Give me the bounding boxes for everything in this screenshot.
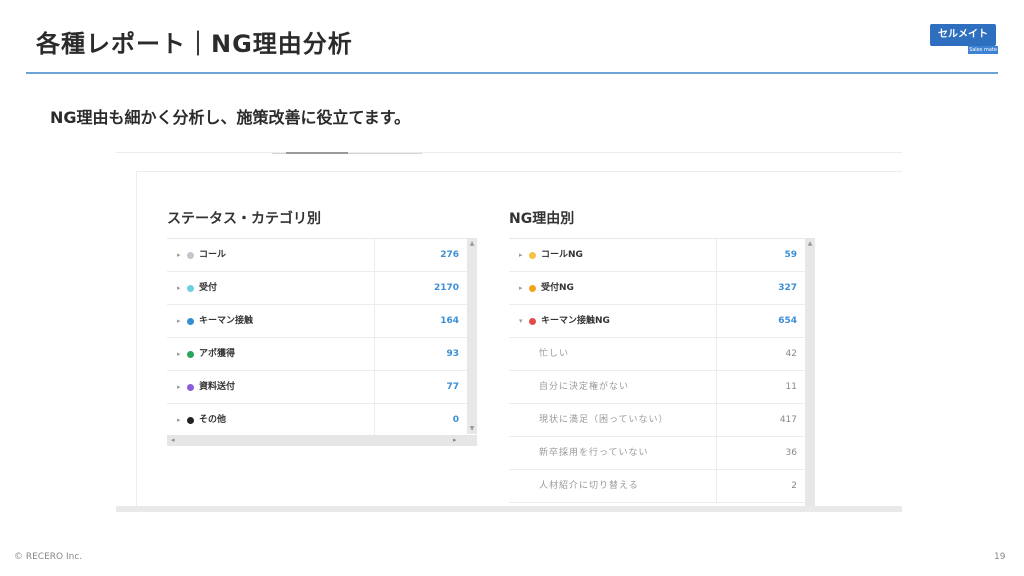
status-label: アポ獲得 (199, 349, 236, 359)
status-grid: ▸ コール 276 ▸ 受付 2170 ▸ キーマン接触 164 ▸ アポ獲得 … (167, 238, 467, 437)
ng-sub-value: 417 (779, 415, 797, 425)
ng-name-cell: ▸ 受付NG (509, 272, 717, 305)
ng-row-reception-ng[interactable]: ▸ 受付NG 327 (509, 272, 805, 305)
status-dot-icon (187, 318, 194, 325)
ng-label: キーマン接触NG (541, 316, 610, 326)
ng-name-cell: ▸ コールNG (509, 239, 717, 272)
status-dot-icon (187, 384, 194, 391)
collapse-arrow-icon[interactable]: ▾ (519, 305, 523, 338)
status-name-cell: ▸ キーマン接触 (167, 305, 375, 338)
ng-grid: ▸ コールNG 59 ▸ 受付NG 327 ▾ キーマン接触NG 654 忙しい… (509, 238, 805, 503)
scroll-right-icon[interactable]: ▸ (453, 435, 457, 446)
status-value: 0 (452, 415, 459, 425)
ng-label: 受付NG (541, 283, 574, 293)
status-value: 2170 (433, 283, 459, 293)
expand-arrow-icon[interactable]: ▸ (177, 239, 181, 272)
ng-sub-label: 新卒採用を行っていない (539, 448, 649, 458)
ng-sub-value: 11 (785, 382, 797, 392)
title-divider (26, 72, 998, 74)
status-row-call[interactable]: ▸ コール 276 (167, 239, 467, 272)
ng-subrow[interactable]: 現状に満足（困っていない） 417 (509, 404, 805, 437)
ng-sub-value: 36 (785, 448, 797, 458)
ng-sub-value: 2 (791, 481, 797, 491)
ng-subrow[interactable]: 人材紹介に切り替える 2 (509, 470, 805, 503)
ng-subrow[interactable]: 忙しい 42 (509, 338, 805, 371)
status-vertical-scrollbar[interactable]: ▲ ▼ (467, 238, 477, 434)
expand-arrow-icon[interactable]: ▸ (177, 338, 181, 371)
brand-logo: セルメイト Sales mate (930, 24, 998, 58)
status-name-cell: ▸ コール (167, 239, 375, 272)
status-name-cell: ▸ 資料送付 (167, 371, 375, 404)
ng-row-keyman-contact-ng[interactable]: ▾ キーマン接触NG 654 (509, 305, 805, 338)
ng-value: 59 (784, 250, 797, 260)
status-row-appointment[interactable]: ▸ アポ獲得 93 (167, 338, 467, 371)
ng-dot-icon (529, 285, 536, 292)
ng-dot-icon (529, 252, 536, 259)
ng-subrow[interactable]: 新卒採用を行っていない 36 (509, 437, 805, 470)
status-panel-title: ステータス・カテゴリ別 (167, 211, 321, 227)
report-content: ステータス・カテゴリ別 ▸ コール 276 ▸ 受付 2170 ▸ キーマン接触… (136, 171, 902, 508)
ng-subname-cell: 忙しい (509, 338, 717, 371)
page-number: 19 (994, 552, 1006, 562)
status-label: 資料送付 (199, 382, 236, 392)
copyright: © RECERO Inc. (14, 552, 83, 562)
ng-sub-label: 人材紹介に切り替える (539, 481, 639, 491)
status-dot-icon (187, 285, 194, 292)
ng-value: 327 (778, 283, 797, 293)
status-label: キーマン接触 (199, 316, 254, 326)
expand-arrow-icon[interactable]: ▸ (177, 371, 181, 404)
ng-panel-title: NG理由別 (509, 211, 575, 227)
screenshot-bottom-bar (116, 506, 902, 512)
ng-sub-value: 42 (785, 349, 797, 359)
ng-subname-cell: 人材紹介に切り替える (509, 470, 717, 503)
ng-value: 654 (778, 316, 797, 326)
scroll-up-icon[interactable]: ▲ (467, 240, 477, 247)
status-row-keyman-contact[interactable]: ▸ キーマン接触 164 (167, 305, 467, 338)
status-row-document-sent[interactable]: ▸ 資料送付 77 (167, 371, 467, 404)
status-name-cell: ▸ 受付 (167, 272, 375, 305)
status-row-reception[interactable]: ▸ 受付 2170 (167, 272, 467, 305)
slide-title: 各種レポート｜NG理由分析 (36, 30, 353, 58)
logo-main-text: セルメイト (930, 24, 996, 46)
expand-arrow-icon[interactable]: ▸ (177, 404, 181, 437)
expand-arrow-icon[interactable]: ▸ (177, 305, 181, 338)
scroll-up-icon[interactable]: ▲ (805, 240, 815, 247)
report-screenshot: ステータス・カテゴリ別 ▸ コール 276 ▸ 受付 2170 ▸ キーマン接触… (116, 152, 902, 512)
expand-arrow-icon[interactable]: ▸ (519, 239, 523, 272)
logo-sub-text: Sales mate (968, 46, 998, 54)
scroll-left-icon[interactable]: ◂ (171, 435, 175, 446)
expand-arrow-icon[interactable]: ▸ (177, 272, 181, 305)
status-row-other[interactable]: ▸ その他 0 (167, 404, 467, 437)
status-name-cell: ▸ アポ獲得 (167, 338, 375, 371)
status-horizontal-scrollbar[interactable]: ◂ ▸ (167, 435, 477, 446)
ng-subname-cell: 自分に決定権がない (509, 371, 717, 404)
status-value: 164 (440, 316, 459, 326)
expand-arrow-icon[interactable]: ▸ (519, 272, 523, 305)
status-label: その他 (199, 415, 227, 425)
ng-sub-label: 忙しい (539, 349, 570, 359)
status-value: 276 (440, 250, 459, 260)
slide-subtitle: NG理由も細かく分析し、施策改善に役立てます。 (50, 108, 411, 127)
tab-active-indicator[interactable] (286, 152, 348, 154)
scroll-down-icon[interactable]: ▼ (467, 425, 477, 432)
ng-sub-label: 現状に満足（困っていない） (539, 415, 669, 425)
status-label: 受付 (199, 283, 218, 293)
ng-sub-label: 自分に決定権がない (539, 382, 630, 392)
status-value: 93 (446, 349, 459, 359)
ng-vertical-scrollbar[interactable]: ▲ (805, 238, 815, 508)
status-name-cell: ▸ その他 (167, 404, 375, 437)
ng-name-cell: ▾ キーマン接触NG (509, 305, 717, 338)
ng-subname-cell: 現状に満足（困っていない） (509, 404, 717, 437)
ng-row-call-ng[interactable]: ▸ コールNG 59 (509, 239, 805, 272)
status-dot-icon (187, 252, 194, 259)
status-dot-icon (187, 417, 194, 424)
status-value: 77 (446, 382, 459, 392)
ng-subrow[interactable]: 自分に決定権がない 11 (509, 371, 805, 404)
ng-dot-icon (529, 318, 536, 325)
status-label: コール (199, 250, 227, 260)
ng-label: コールNG (541, 250, 583, 260)
status-dot-icon (187, 351, 194, 358)
ng-subname-cell: 新卒採用を行っていない (509, 437, 717, 470)
